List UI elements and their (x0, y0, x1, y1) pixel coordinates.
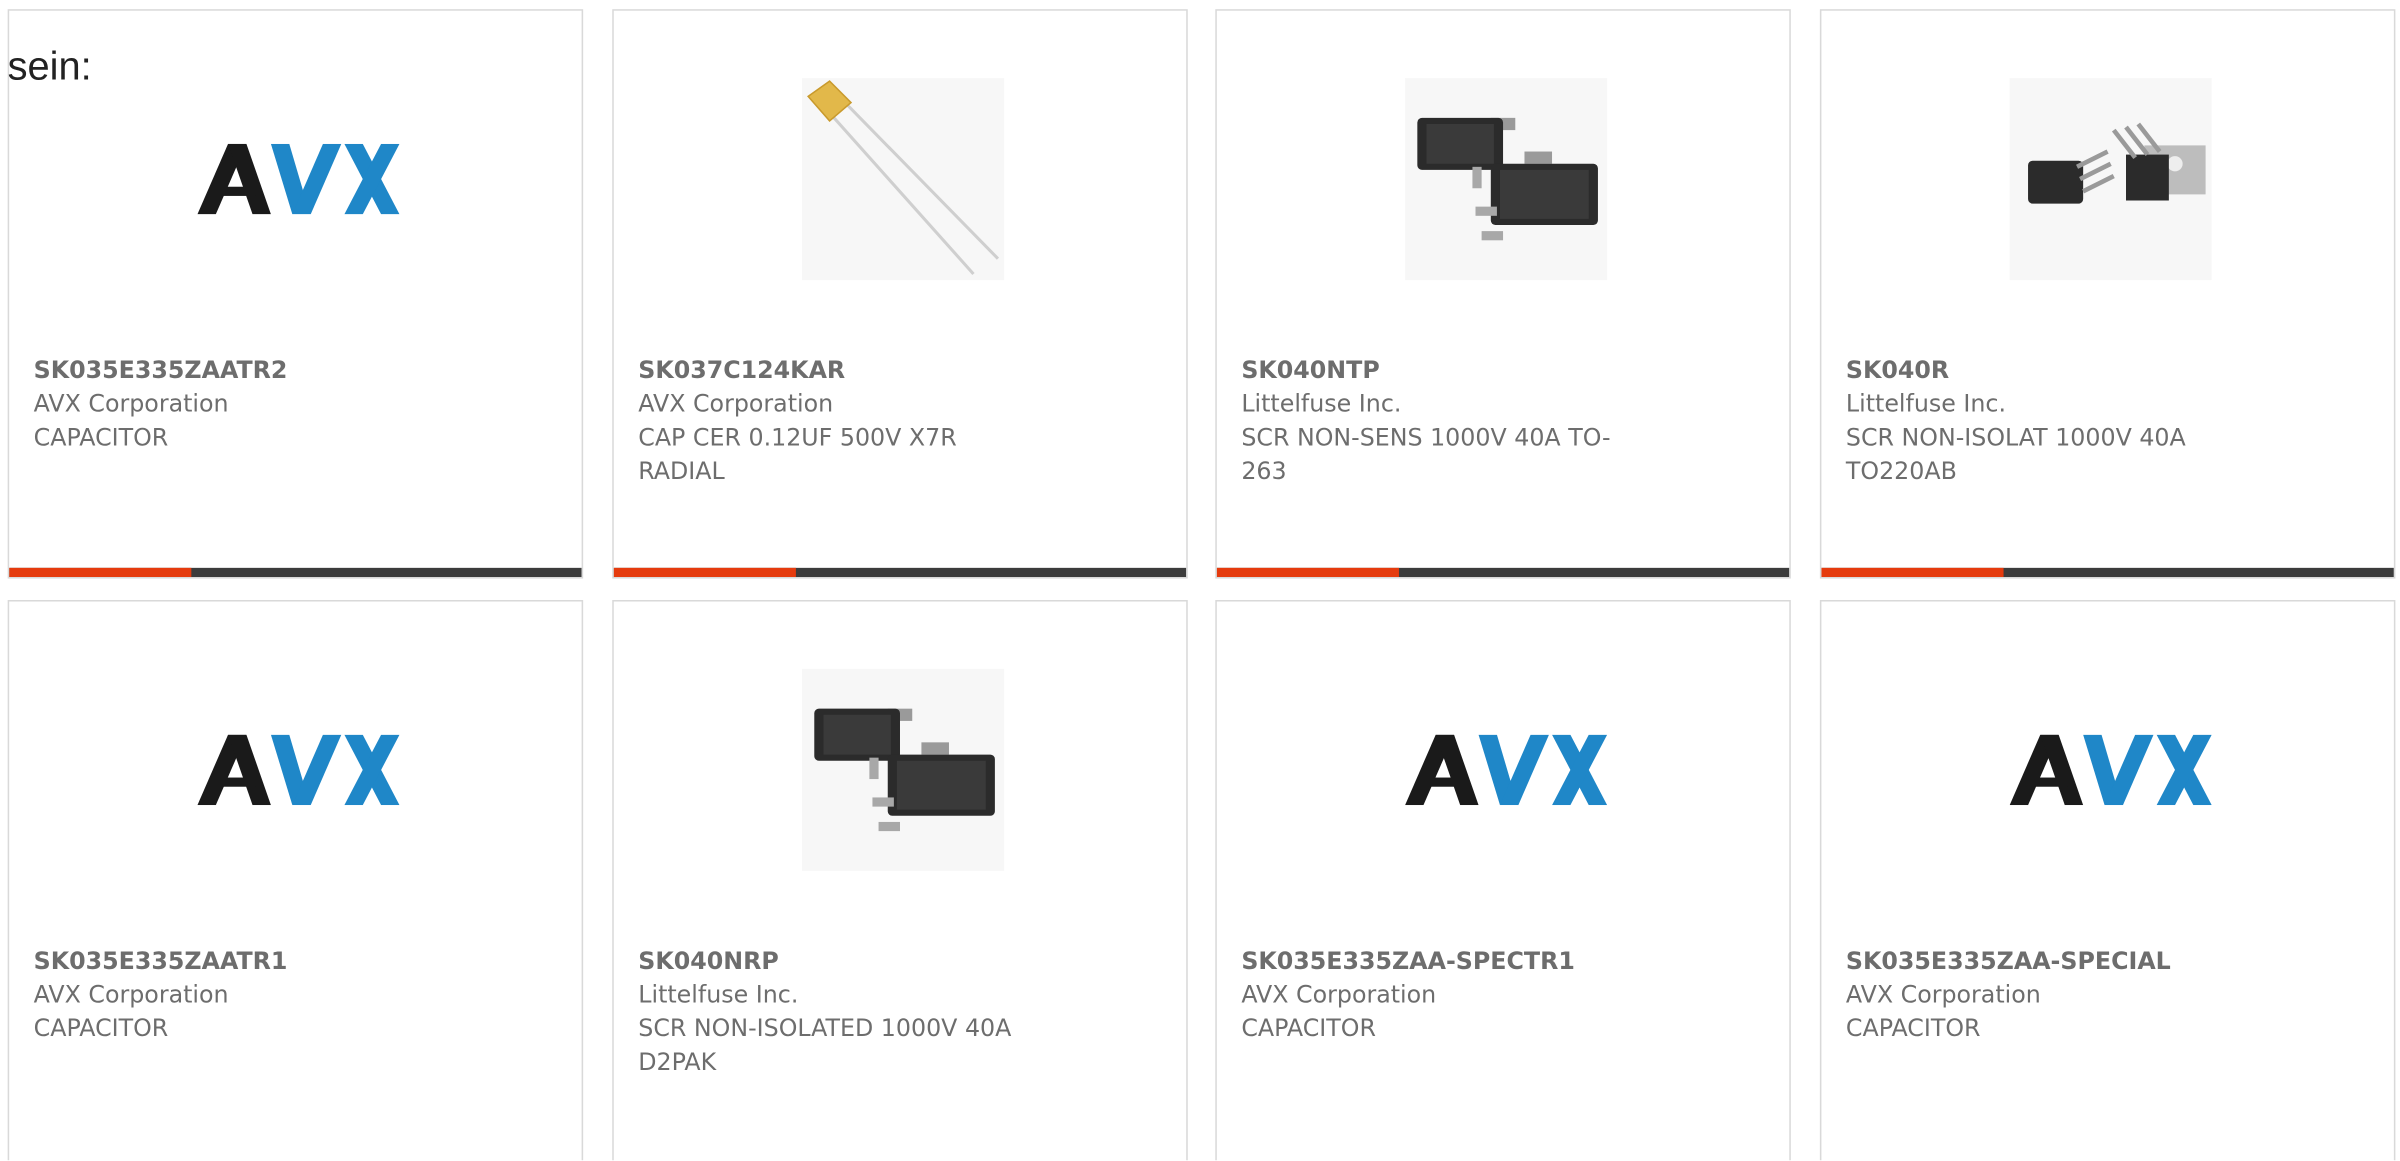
part-number[interactable]: SK035E335ZAA-SPECTR1 (1241, 944, 1639, 978)
avx-logo-icon (197, 143, 400, 215)
product-image[interactable] (197, 669, 400, 871)
d2pak-package-icon (814, 708, 995, 832)
avx-logo-icon (197, 734, 400, 806)
manufacturer: AVX Corporation (638, 390, 834, 418)
description: SCR NON-ISOLAT 1000V 40A TO220AB (1845, 423, 2186, 486)
description: SCR NON-SENS 1000V 40A TO-263 (1241, 423, 1611, 486)
part-number[interactable]: SK037C124KAR (638, 354, 1036, 388)
manufacturer: AVX Corporation (1845, 981, 2041, 1009)
product-image[interactable] (802, 78, 1005, 281)
card-accent-bar (613, 567, 796, 578)
product-image[interactable] (2009, 669, 2212, 871)
part-number[interactable]: SK035E335ZAATR1 (34, 944, 432, 978)
product-card[interactable]: SK040NRP Littelfuse Inc. SCR NON-ISOLATE… (612, 599, 1188, 1161)
d2pak-package-image (802, 668, 1005, 871)
product-image[interactable] (802, 668, 1005, 871)
part-number[interactable]: SK035E335ZAA-SPECIAL (1846, 944, 2244, 978)
card-bottom-bar (613, 567, 1187, 578)
card-accent-bar (1216, 567, 1399, 578)
product-card[interactable]: SK040NTP Littelfuse Inc. SCR NON-SENS 10… (1215, 9, 1791, 579)
manufacturer: AVX Corporation (33, 981, 229, 1009)
product-image[interactable] (197, 78, 400, 280)
card-bottom-bar (1216, 567, 1790, 578)
description: CAPACITOR (1845, 1014, 1981, 1043)
card-accent-bar (1821, 567, 2004, 578)
d2pak-package-icon (1417, 117, 1598, 241)
manufacturer: Littelfuse Inc. (1241, 390, 1402, 418)
card-bottom-bar (9, 567, 582, 578)
manufacturer: Littelfuse Inc. (1845, 390, 2007, 418)
part-number[interactable]: SK040NTP (1241, 354, 1639, 388)
product-grid-page: sein: SK035E335ZAATR2 AVX Corporation CA… (0, 0, 2400, 1161)
manufacturer: Littelfuse Inc. (638, 981, 799, 1009)
d2pak-package-image (1405, 78, 1608, 281)
description: CAP CER 0.12UF 500V X7R RADIAL (638, 423, 957, 486)
part-number[interactable]: SK040NRP (638, 944, 1036, 978)
product-image[interactable] (1405, 78, 1608, 281)
product-card[interactable]: SK035E335ZAATR1 AVX Corporation CAPACITO… (7, 599, 584, 1161)
part-number[interactable]: SK040R (1846, 354, 2244, 388)
product-image[interactable] (1405, 669, 1608, 871)
to220-package-icon (2028, 122, 2206, 204)
description: SCR NON-ISOLATED 1000V 40A D2PAK (638, 1014, 1012, 1077)
card-accent-bar (9, 567, 192, 578)
radial-capacitor-icon (807, 80, 1000, 275)
description: CAPACITOR (1241, 1014, 1376, 1043)
product-card[interactable]: SK037C124KAR AVX Corporation CAP CER 0.1… (612, 9, 1188, 579)
avx-logo-icon (1405, 734, 1608, 806)
product-card[interactable]: SK035E335ZAATR2 AVX Corporation CAPACITO… (7, 9, 584, 579)
manufacturer: AVX Corporation (1241, 981, 1437, 1009)
radial-capacitor-image (802, 78, 1005, 281)
product-image[interactable] (2009, 78, 2212, 281)
avx-logo-icon (2009, 734, 2212, 806)
description: CAPACITOR (33, 423, 169, 452)
product-card[interactable]: SK035E335ZAA-SPECTR1 AVX Corporation CAP… (1215, 599, 1791, 1161)
card-bottom-bar (1821, 567, 2394, 578)
description: CAPACITOR (33, 1014, 169, 1043)
product-card[interactable]: SK040R Littelfuse Inc. SCR NON-ISOLAT 10… (1819, 9, 2396, 579)
to220-package-image (2009, 78, 2212, 281)
manufacturer: AVX Corporation (33, 390, 229, 418)
part-number[interactable]: SK035E335ZAATR2 (34, 354, 432, 388)
intro-text: sein: (7, 42, 92, 89)
product-card[interactable]: SK035E335ZAA-SPECIAL AVX Corporation CAP… (1819, 599, 2396, 1161)
